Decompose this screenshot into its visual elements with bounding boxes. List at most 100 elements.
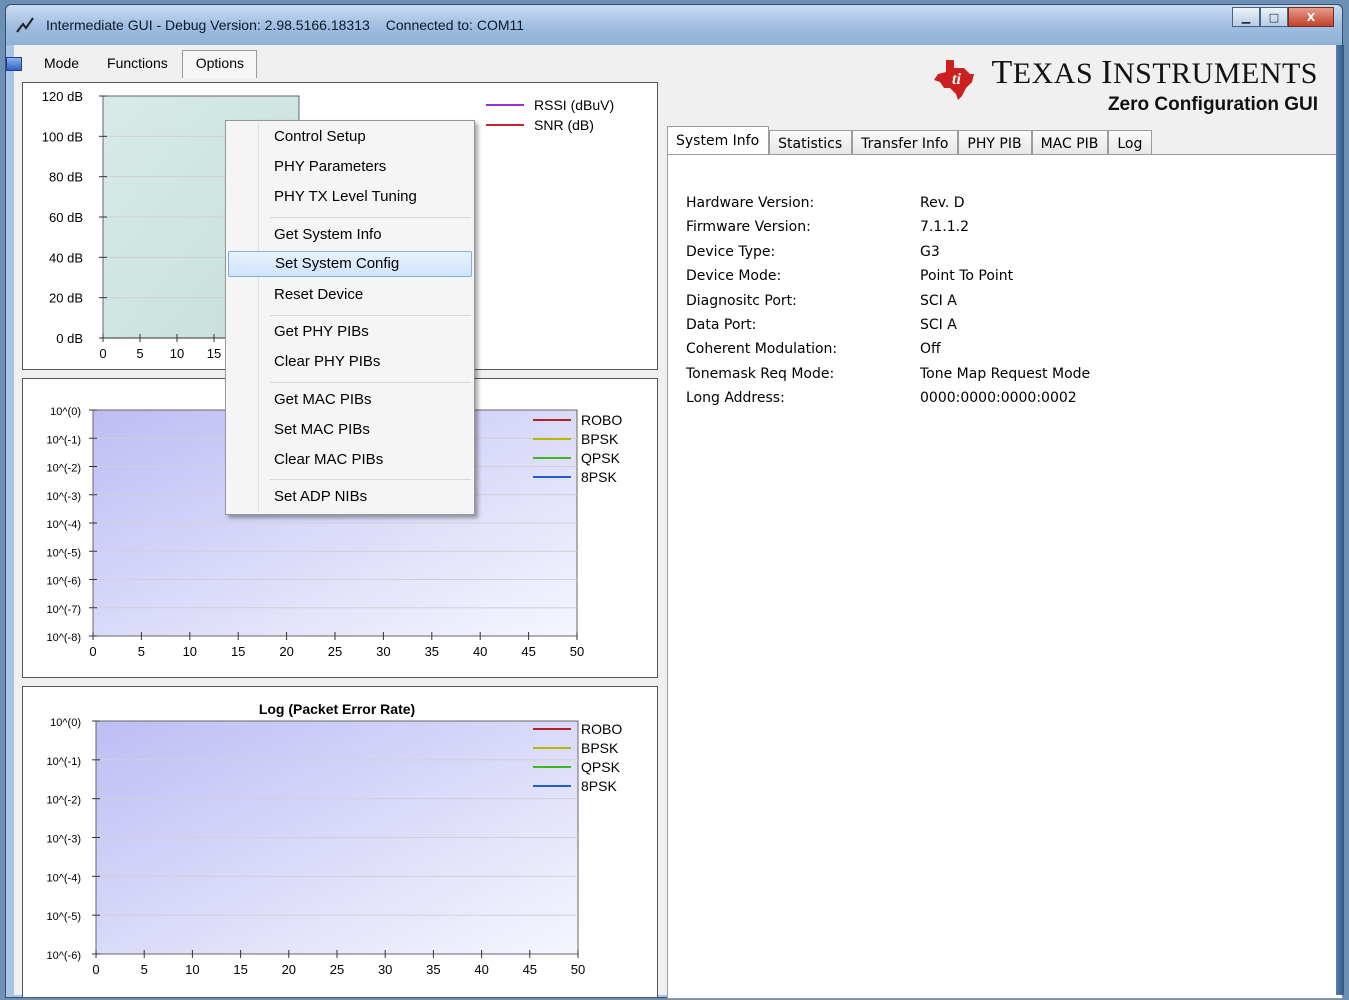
- info-value: Point To Point: [920, 268, 1014, 284]
- legend-label: BPSK: [581, 740, 619, 756]
- legend-label: SNR (dB): [534, 117, 594, 133]
- x-tick-label: 0: [99, 346, 106, 361]
- info-row-diagnostic-port: Diagnositc Port: SCI A: [686, 293, 957, 309]
- connection-status: Connected to: COM11: [385, 17, 525, 33]
- window-title-text: Intermediate GUI - Debug Version: 2.98.5…: [46, 17, 370, 33]
- menu-item-get-system-info[interactable]: Get System Info: [228, 222, 472, 248]
- y-tick-label: 10^(-3): [46, 834, 81, 846]
- info-value: Tone Map Request Mode: [920, 366, 1091, 382]
- y-tick-label: 10^(-1): [46, 434, 81, 446]
- legend-label: RSSI (dBuV): [534, 97, 614, 113]
- info-label: Device Mode:: [686, 268, 782, 284]
- info-value: SCI A: [920, 293, 957, 309]
- y-tick-label: 10^(-8): [46, 632, 81, 644]
- y-tick-label: 10^(-2): [46, 795, 81, 807]
- brand-nstruments: NSTRUMENTS: [1112, 57, 1318, 90]
- menu-item-set-mac-pibs[interactable]: Set MAC PIBs: [228, 417, 472, 443]
- x-tick-label: 25: [330, 962, 344, 977]
- info-value: SCI A: [920, 317, 957, 333]
- options-dropdown-menu: Control Setup PHY Parameters PHY TX Leve…: [225, 120, 475, 515]
- info-value: Off: [920, 341, 941, 357]
- menu-item-phy-parameters[interactable]: PHY Parameters: [228, 154, 472, 180]
- menu-item-clear-phy-pibs[interactable]: Clear PHY PIBs: [228, 349, 472, 375]
- info-label: Diagnositc Port:: [686, 293, 797, 309]
- info-row-device-type: Device Type: G3: [686, 244, 940, 260]
- info-value: G3: [920, 244, 940, 260]
- x-tick-label: 50: [570, 644, 584, 659]
- menu-item-reset-device[interactable]: Reset Device: [228, 282, 472, 308]
- tab-strip: System Info Statistics Transfer Info PHY…: [667, 126, 1153, 159]
- y-tick-label: 10^(-4): [46, 872, 81, 884]
- menu-separator: [270, 382, 471, 383]
- window-edge-scrollbar: [1336, 45, 1344, 995]
- menu-item-control-setup[interactable]: Control Setup: [228, 124, 472, 150]
- info-value: 7.1.1.2: [920, 219, 969, 235]
- legend-label: 8PSK: [581, 778, 617, 794]
- minimize-button[interactable]: ▁: [1232, 7, 1260, 27]
- monitor-icon: [6, 57, 22, 71]
- per-chart-panel: 10^(0) 10^(-1) 10^(-2) 10^(-3) 10^(-4) 10^(-5…: [22, 686, 658, 998]
- menu-options[interactable]: Options: [181, 50, 257, 78]
- y-tick-label: 10^(-5): [46, 911, 81, 923]
- legend-label: ROBO: [581, 721, 622, 737]
- x-tick-label: 20: [282, 962, 296, 977]
- menu-mode[interactable]: Mode: [6, 50, 93, 78]
- menu-functions[interactable]: Functions: [93, 50, 182, 78]
- menu-item-get-mac-pibs[interactable]: Get MAC PIBs: [228, 387, 472, 413]
- y-tick-label: 10^(-3): [46, 491, 81, 503]
- y-tick-label: 10^(-1): [46, 756, 81, 768]
- y-tick-label: 20 dB: [49, 291, 83, 306]
- y-tick-label: 100 dB: [42, 129, 83, 144]
- x-tick-label: 20: [279, 644, 293, 659]
- info-label: Data Port:: [686, 317, 757, 333]
- menu-bar: Mode Functions Options: [6, 50, 257, 78]
- texas-state-icon: ti: [933, 60, 974, 100]
- close-button[interactable]: X: [1288, 7, 1334, 27]
- info-row-firmware-version: Firmware Version: 7.1.1.2: [686, 219, 969, 235]
- info-label: Long Address:: [686, 390, 785, 406]
- y-tick-label: 10^(-7): [46, 604, 81, 616]
- info-row-hardware-version: Hardware Version: Rev. D: [686, 195, 965, 211]
- chart-title: Log (Packet Error Rate): [259, 701, 415, 717]
- y-tick-label: 10^(-2): [46, 463, 81, 475]
- menu-item-get-phy-pibs[interactable]: Get PHY PIBs: [228, 319, 472, 345]
- info-row-data-port: Data Port: SCI A: [686, 317, 957, 333]
- per-chart: 10^(0) 10^(-1) 10^(-2) 10^(-3) 10^(-4) 10^(-5…: [46, 701, 622, 977]
- y-tick-label: 10^(-6): [46, 576, 81, 588]
- system-info-panel: Hardware Version: Rev. D Firmware Version…: [667, 154, 1343, 999]
- menu-options-label: Options: [195, 55, 244, 71]
- brand-letter-i: I: [1101, 54, 1113, 91]
- app-window: Intermediate GUI - Debug Version: 2.98.5…: [5, 4, 1344, 999]
- ti-logo: ti TEXAS INSTRUMENTS Zero Configuration …: [933, 54, 1318, 116]
- x-tick-label: 0: [89, 644, 96, 659]
- x-tick-label: 45: [521, 644, 535, 659]
- menu-item-set-system-config[interactable]: Set System Config: [228, 251, 472, 277]
- brand-letter-t: T: [991, 54, 1013, 91]
- menu-item-phy-tx-level-tuning[interactable]: PHY TX Level Tuning: [228, 184, 472, 210]
- legend-label: BPSK: [581, 431, 619, 447]
- info-value: Rev. D: [920, 195, 965, 211]
- brand-name: TEXAS INSTRUMENTS: [992, 54, 1318, 92]
- info-label: Coherent Modulation:: [686, 341, 838, 357]
- app-subtitle: Zero Configuration GUI: [1107, 94, 1318, 115]
- x-tick-label: 30: [378, 962, 392, 977]
- x-tick-label: 15: [233, 962, 247, 977]
- menu-mode-label: Mode: [44, 55, 80, 71]
- y-tick-label: 60 dB: [49, 210, 83, 225]
- menu-item-clear-mac-pibs[interactable]: Clear MAC PIBs: [228, 447, 472, 473]
- maximize-button[interactable]: □: [1260, 7, 1288, 27]
- brand-exas: EXAS: [1012, 57, 1102, 90]
- app-icon: [16, 17, 34, 33]
- menu-item-set-adp-nibs[interactable]: Set ADP NIBs: [228, 484, 472, 510]
- x-tick-label: 50: [571, 962, 585, 977]
- menu-functions-label: Functions: [107, 55, 168, 71]
- x-tick-label: 15: [207, 346, 221, 361]
- x-tick-label: 35: [426, 962, 440, 977]
- y-tick-label: 0 dB: [56, 331, 83, 346]
- y-tick-label: 10^(-4): [46, 519, 81, 531]
- x-tick-label: 5: [138, 644, 145, 659]
- title-bar[interactable]: Intermediate GUI - Debug Version: 2.98.5…: [6, 5, 1342, 45]
- info-row-tonemask-req-mode: Tonemask Req Mode: Tone Map Request Mode: [686, 366, 1090, 382]
- x-tick-label: 0: [92, 962, 99, 977]
- client-area: Mode Functions Options 120 dB 100 dB 80 dB…: [6, 45, 1343, 999]
